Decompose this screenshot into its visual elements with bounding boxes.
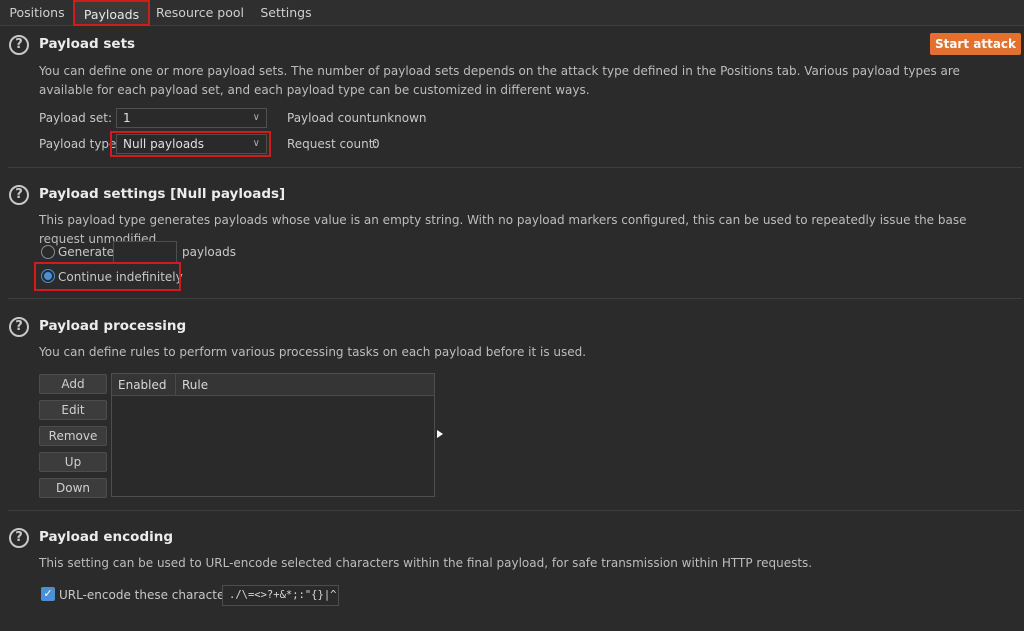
tab-positions[interactable]: Positions xyxy=(0,0,74,26)
payload-set-value: 1 xyxy=(123,111,131,125)
move-down-button[interactable]: Down xyxy=(39,478,107,498)
payload-processing-description: You can define rules to perform various … xyxy=(39,345,587,359)
payload-set-label: Payload set: xyxy=(39,111,112,125)
processing-rules-table[interactable]: Enabled Rule xyxy=(111,373,435,497)
url-encode-checkbox[interactable]: ✓ xyxy=(41,587,55,601)
payload-encoding-description: This setting can be used to URL-encode s… xyxy=(39,556,813,570)
tab-payloads[interactable]: Payloads xyxy=(73,0,150,26)
payload-count-value: unknown xyxy=(372,111,427,125)
table-header: Enabled Rule xyxy=(112,374,434,396)
column-header-rule[interactable]: Rule xyxy=(176,374,434,396)
help-icon[interactable]: ? xyxy=(9,185,29,205)
request-count-label: Request count: xyxy=(287,137,378,151)
url-encode-characters-input[interactable]: ./\=<>?+&*;:"{}|^`# xyxy=(222,585,339,606)
tab-resource-pool[interactable]: Resource pool xyxy=(150,0,250,26)
help-icon[interactable]: ? xyxy=(9,528,29,548)
payload-sets-title: Payload sets xyxy=(39,36,136,52)
help-icon[interactable]: ? xyxy=(9,317,29,337)
payload-count-label: Payload count: xyxy=(287,111,376,125)
highlight-box-payload-type xyxy=(110,131,271,157)
payload-sets-description: You can define one or more payload sets.… xyxy=(39,64,960,97)
request-count-value: 0 xyxy=(372,137,380,151)
expand-arrow-icon[interactable] xyxy=(437,430,443,438)
tab-bar: Positions Payloads Resource pool Setting… xyxy=(0,0,1024,26)
edit-rule-button[interactable]: Edit xyxy=(39,400,107,420)
generate-count-input[interactable] xyxy=(113,241,177,263)
add-rule-button[interactable]: Add xyxy=(39,374,107,394)
generate-radio[interactable] xyxy=(41,245,55,259)
column-header-enabled[interactable]: Enabled xyxy=(112,374,176,396)
payload-processing-title: Payload processing xyxy=(39,318,187,334)
generate-label: Generate xyxy=(58,245,115,259)
section-divider xyxy=(8,167,1022,168)
section-divider xyxy=(8,510,1022,511)
help-icon[interactable]: ? xyxy=(9,35,29,55)
payload-encoding-title: Payload encoding xyxy=(39,529,174,545)
highlight-box-continue xyxy=(34,262,181,291)
move-up-button[interactable]: Up xyxy=(39,452,107,472)
start-attack-button[interactable]: Start attack xyxy=(930,33,1021,55)
section-divider xyxy=(8,298,1022,299)
payload-set-select[interactable]: 1 ∨ xyxy=(116,108,267,128)
remove-rule-button[interactable]: Remove xyxy=(39,426,107,446)
payload-settings-title: Payload settings [Null payloads] xyxy=(39,186,286,202)
payload-type-label: Payload type xyxy=(39,137,117,151)
payloads-suffix-label: payloads xyxy=(182,245,236,259)
tab-settings[interactable]: Settings xyxy=(250,0,322,26)
chevron-down-icon: ∨ xyxy=(252,112,260,123)
url-encode-label: URL-encode these characters: xyxy=(59,588,240,602)
